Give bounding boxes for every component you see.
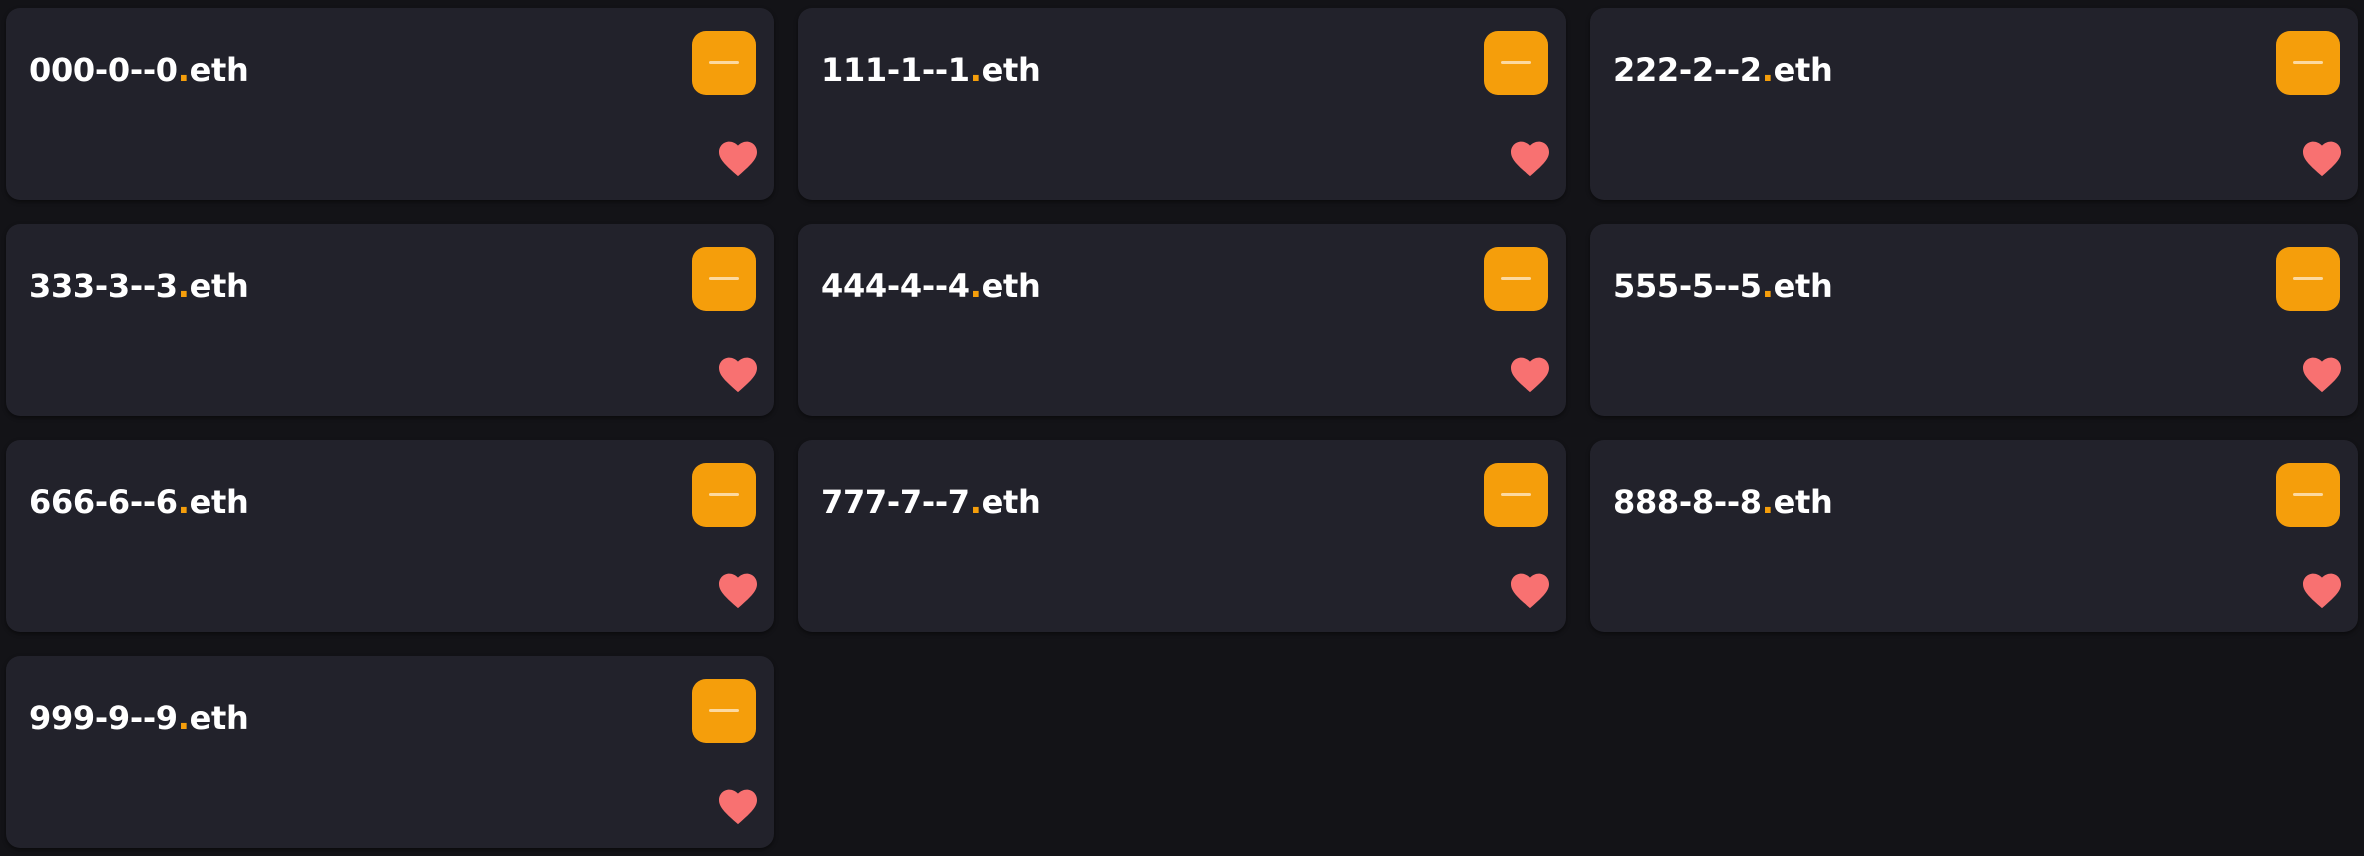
domain-dot: .: [1761, 267, 1774, 305]
minus-icon: [2293, 61, 2323, 64]
remove-button[interactable]: [692, 247, 756, 311]
minus-icon: [709, 709, 739, 712]
domain-name: 222-2--2.eth: [1613, 51, 1833, 89]
heart-icon[interactable]: [717, 787, 759, 825]
domain-card[interactable]: 999-9--9.eth: [6, 656, 774, 848]
domain-name: 111-1--1.eth: [821, 51, 1041, 89]
domain-card[interactable]: 555-5--5.eth: [1590, 224, 2358, 416]
remove-button[interactable]: [692, 31, 756, 95]
remove-button[interactable]: [1484, 247, 1548, 311]
remove-button[interactable]: [1484, 463, 1548, 527]
domain-card[interactable]: 000-0--0.eth: [6, 8, 774, 200]
domain-name: 999-9--9.eth: [29, 699, 249, 737]
domain-card[interactable]: 111-1--1.eth: [798, 8, 1566, 200]
domain-dot: .: [969, 483, 982, 521]
domain-dot: .: [177, 483, 190, 521]
heart-icon[interactable]: [1509, 355, 1551, 393]
domain-card[interactable]: 222-2--2.eth: [1590, 8, 2358, 200]
heart-icon[interactable]: [2301, 139, 2343, 177]
domain-card[interactable]: 777-7--7.eth: [798, 440, 1566, 632]
domain-name: 888-8--8.eth: [1613, 483, 1833, 521]
heart-icon[interactable]: [2301, 571, 2343, 609]
domain-card[interactable]: 333-3--3.eth: [6, 224, 774, 416]
domain-name: 777-7--7.eth: [821, 483, 1041, 521]
remove-button[interactable]: [2276, 463, 2340, 527]
domain-card[interactable]: 888-8--8.eth: [1590, 440, 2358, 632]
domain-name: 000-0--0.eth: [29, 51, 249, 89]
minus-icon: [1501, 277, 1531, 280]
minus-icon: [709, 277, 739, 280]
domain-name: 555-5--5.eth: [1613, 267, 1833, 305]
heart-icon[interactable]: [1509, 139, 1551, 177]
heart-icon[interactable]: [1509, 571, 1551, 609]
minus-icon: [2293, 493, 2323, 496]
remove-button[interactable]: [2276, 31, 2340, 95]
remove-button[interactable]: [2276, 247, 2340, 311]
minus-icon: [709, 493, 739, 496]
domain-card[interactable]: 666-6--6.eth: [6, 440, 774, 632]
heart-icon[interactable]: [717, 571, 759, 609]
domain-name: 666-6--6.eth: [29, 483, 249, 521]
domain-card-grid: 000-0--0.eth 111-1--1.eth 222-2--2.eth 3…: [0, 0, 2364, 856]
minus-icon: [1501, 61, 1531, 64]
domain-card[interactable]: 444-4--4.eth: [798, 224, 1566, 416]
heart-icon[interactable]: [2301, 355, 2343, 393]
domain-name: 444-4--4.eth: [821, 267, 1041, 305]
heart-icon[interactable]: [717, 355, 759, 393]
minus-icon: [709, 61, 739, 64]
domain-dot: .: [177, 267, 190, 305]
domain-dot: .: [969, 267, 982, 305]
heart-icon[interactable]: [717, 139, 759, 177]
domain-dot: .: [1761, 483, 1774, 521]
remove-button[interactable]: [1484, 31, 1548, 95]
minus-icon: [1501, 493, 1531, 496]
domain-dot: .: [177, 51, 190, 89]
domain-dot: .: [177, 699, 190, 737]
remove-button[interactable]: [692, 463, 756, 527]
remove-button[interactable]: [692, 679, 756, 743]
minus-icon: [2293, 277, 2323, 280]
domain-name: 333-3--3.eth: [29, 267, 249, 305]
domain-dot: .: [1761, 51, 1774, 89]
domain-dot: .: [969, 51, 982, 89]
